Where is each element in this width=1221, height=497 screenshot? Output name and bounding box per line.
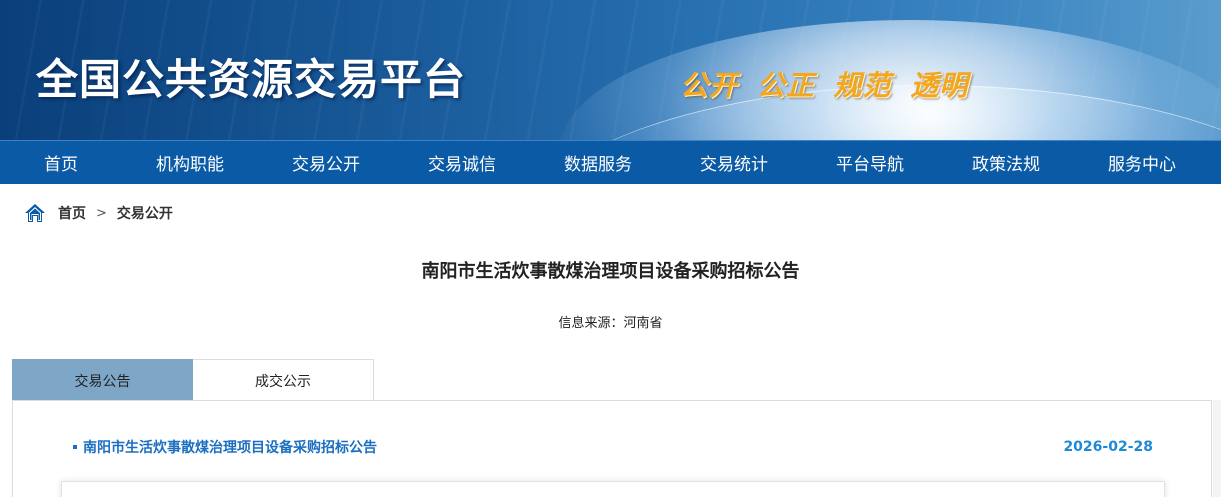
nav-item-credit[interactable]: 交易诚信 — [394, 150, 530, 175]
announcement-title[interactable]: 南阳市生活炊事散煤治理项目设备采购招标公告 — [83, 437, 377, 457]
breadcrumb: 首页 > 交易公开 — [24, 202, 173, 224]
nav-item-transactions[interactable]: 交易公开 — [258, 150, 394, 175]
nav-item-functions[interactable]: 机构职能 — [122, 150, 258, 175]
breadcrumb-current[interactable]: 交易公开 — [117, 203, 173, 223]
scrollbar[interactable] — [1213, 400, 1221, 497]
content-panel: 南阳市生活炊事散煤治理项目设备采购招标公告 2026-02-28 — [12, 400, 1212, 497]
announcement-date: 2026-02-28 — [1063, 439, 1153, 455]
site-title: 全国公共资源交易平台 — [36, 55, 467, 104]
nav-item-data-service[interactable]: 数据服务 — [530, 150, 666, 175]
tab-trade-announcement[interactable]: 交易公告 — [12, 359, 193, 401]
bullet-icon — [73, 445, 77, 449]
nav-item-statistics[interactable]: 交易统计 — [666, 150, 802, 175]
breadcrumb-home[interactable]: 首页 — [58, 203, 86, 223]
nav-item-home[interactable]: 首页 — [0, 150, 122, 175]
site-banner: 全国公共资源交易平台 公开 公正 规范 透明 — [0, 0, 1221, 140]
announcement-link[interactable]: 南阳市生活炊事散煤治理项目设备采购招标公告 — [73, 437, 377, 457]
main-nav: 首页 机构职能 交易公开 交易诚信 数据服务 交易统计 平台导航 政策法规 服务… — [0, 140, 1221, 184]
nav-item-policy[interactable]: 政策法规 — [938, 150, 1074, 175]
breadcrumb-separator: > — [96, 205, 107, 221]
site-slogan: 公开 公正 规范 透明 — [680, 69, 969, 102]
page-title: 南阳市生活炊事散煤治理项目设备采购招标公告 — [421, 261, 800, 282]
tab-deal-publicity[interactable]: 成交公示 — [193, 359, 374, 401]
nav-item-platform-nav[interactable]: 平台导航 — [802, 150, 938, 175]
list-item: 南阳市生活炊事散煤治理项目设备采购招标公告 2026-02-28 — [73, 437, 1153, 457]
home-icon[interactable] — [24, 203, 46, 223]
detail-box — [61, 481, 1165, 497]
info-source: 信息来源：河南省 — [558, 316, 663, 331]
nav-item-service-center[interactable]: 服务中心 — [1074, 150, 1210, 175]
tab-bar: 交易公告 成交公示 — [12, 359, 374, 401]
